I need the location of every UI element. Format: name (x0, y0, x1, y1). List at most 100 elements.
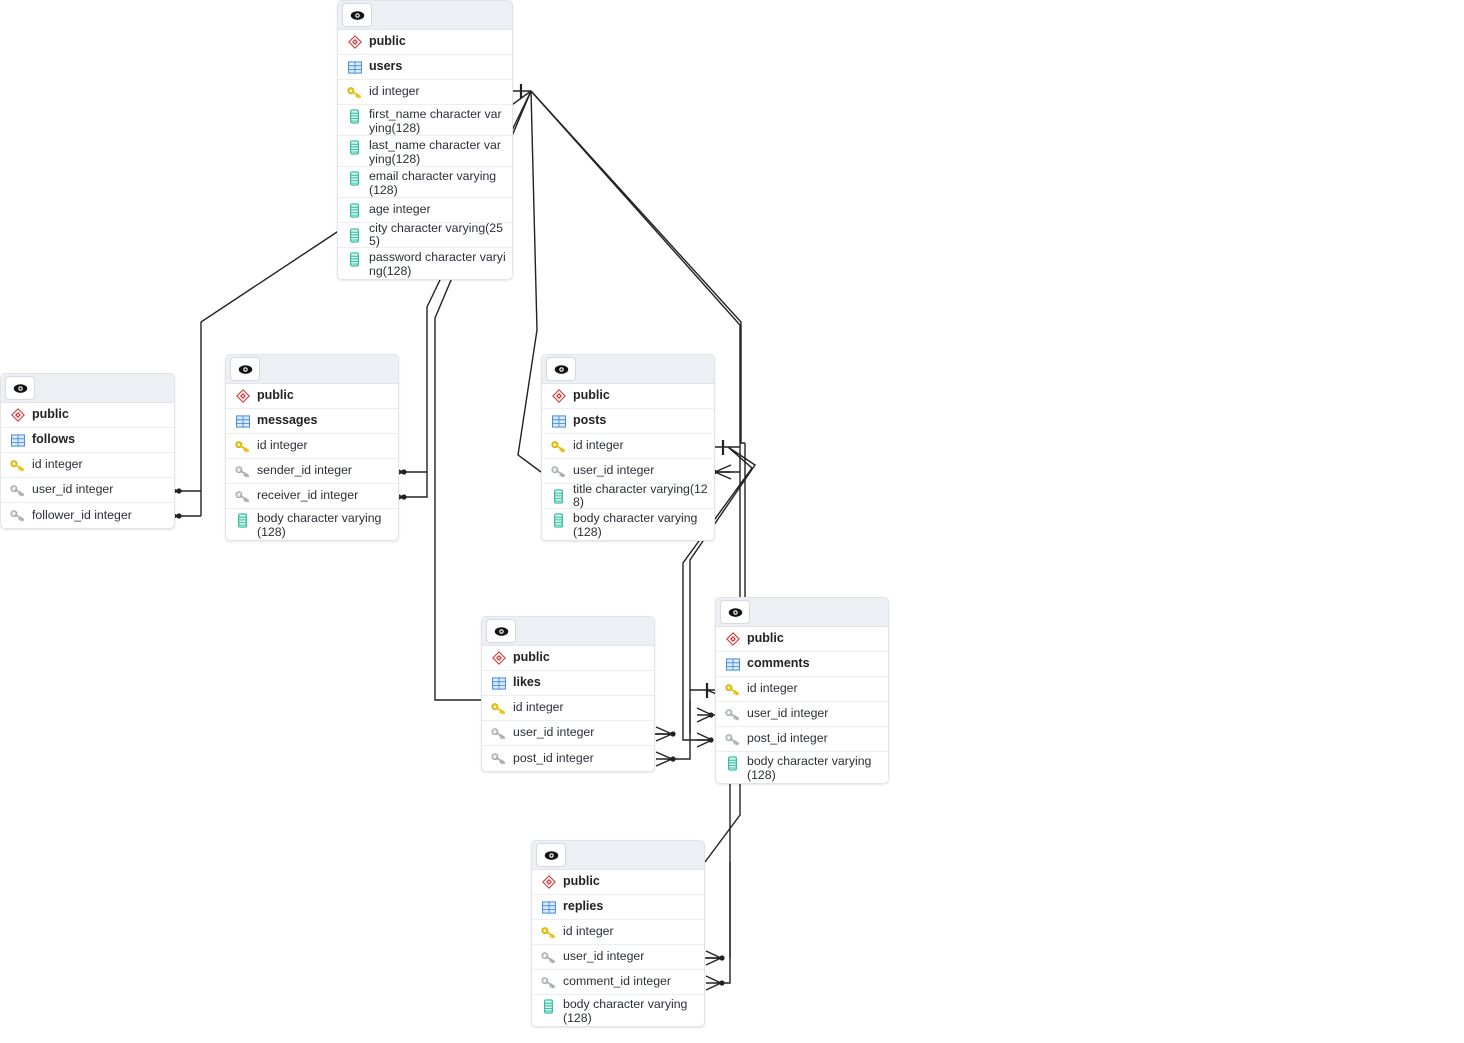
row-label: user_id integer (573, 463, 655, 478)
column-row-comments[interactable]: post_id integer (716, 727, 888, 752)
schema-diamond-icon (490, 651, 507, 665)
table-node-likes[interactable]: public likes id integer user_id integer post… (481, 616, 655, 772)
row-label: public (32, 407, 69, 422)
key-grey-icon (490, 727, 507, 740)
column-row-posts[interactable]: body character varying(128) (542, 509, 714, 540)
column-row-follows[interactable]: user_id integer (1, 478, 174, 503)
schema-diamond-icon (9, 408, 26, 422)
column-row-users[interactable]: email character varying(128) (338, 167, 512, 198)
column-teal-icon (234, 513, 251, 528)
table-grid-icon (490, 676, 507, 690)
column-row-messages[interactable]: sender_id integer (226, 459, 398, 484)
table-node-messages[interactable]: public messages id integer sender_id intege… (225, 354, 399, 541)
row-label: body character varying(128) (563, 997, 688, 1025)
erd-canvas[interactable]: public users id integer first_name characte… (0, 0, 1464, 1043)
column-row-messages[interactable]: id integer (226, 434, 398, 459)
table-name-row-likes: likes (482, 671, 654, 696)
eye-icon[interactable] (536, 843, 566, 867)
table-node-posts[interactable]: public posts id integer user_id integer titl… (541, 354, 715, 541)
eye-icon[interactable] (342, 3, 372, 27)
eye-icon[interactable] (486, 619, 516, 643)
key-yellow-icon (490, 702, 507, 715)
schema-row-likes: public (482, 646, 654, 671)
table-name-row-posts: posts (542, 409, 714, 434)
row-label: id integer (513, 700, 564, 715)
table-header-posts (542, 355, 714, 384)
row-label: post_id integer (513, 750, 594, 765)
eye-icon[interactable] (720, 600, 750, 624)
column-row-comments[interactable]: user_id integer (716, 702, 888, 727)
column-row-users[interactable]: city character varying(255) (338, 220, 512, 248)
table-node-comments[interactable]: public comments id integer user_id integer p… (715, 597, 889, 784)
column-row-replies[interactable]: comment_id integer (532, 970, 704, 995)
schema-row-follows: public (1, 403, 174, 428)
key-grey-icon (9, 484, 26, 497)
column-row-follows[interactable]: id integer (1, 453, 174, 478)
column-row-users[interactable]: password character varying(128) (338, 248, 512, 279)
key-grey-icon (540, 951, 557, 964)
row-label: post_id integer (747, 731, 828, 746)
eye-icon[interactable] (230, 357, 260, 381)
row-label: user_id integer (513, 725, 595, 740)
column-teal-icon (346, 140, 363, 155)
row-label: follows (32, 432, 76, 447)
key-grey-icon (540, 976, 557, 989)
column-row-users[interactable]: first_name character varying(128) (338, 105, 512, 136)
column-row-likes[interactable]: post_id integer (482, 746, 654, 771)
row-label: public (369, 34, 406, 49)
row-label: likes (513, 675, 541, 690)
schema-diamond-icon (724, 632, 741, 646)
schema-row-comments: public (716, 627, 888, 652)
column-row-replies[interactable]: body character varying(128) (532, 995, 704, 1026)
table-node-replies[interactable]: public replies id integer user_id integer co… (531, 840, 705, 1027)
row-label: users (369, 59, 403, 74)
column-row-likes[interactable]: id integer (482, 696, 654, 721)
column-row-posts[interactable]: id integer (542, 434, 714, 459)
key-grey-icon (724, 733, 741, 746)
table-node-users[interactable]: public users id integer first_name characte… (337, 0, 513, 280)
column-row-replies[interactable]: id integer (532, 920, 704, 945)
row-label: id integer (747, 681, 798, 696)
column-row-messages[interactable]: receiver_id integer (226, 484, 398, 509)
table-header-replies (532, 841, 704, 870)
column-row-follows[interactable]: follower_id integer (1, 503, 174, 528)
eye-icon[interactable] (5, 376, 35, 400)
row-label: public (573, 388, 610, 403)
table-header-messages (226, 355, 398, 384)
column-row-posts[interactable]: user_id integer (542, 459, 714, 484)
column-row-messages[interactable]: body character varying(128) (226, 509, 398, 540)
row-label: body character varying(128) (747, 754, 872, 782)
table-grid-icon (234, 414, 251, 428)
key-grey-icon (490, 752, 507, 765)
table-node-follows[interactable]: public follows id integer user_id integer fo… (0, 373, 175, 529)
column-teal-icon (540, 999, 557, 1014)
row-label: city character varying(255) (369, 220, 503, 248)
key-grey-icon (234, 465, 251, 478)
column-row-likes[interactable]: user_id integer (482, 721, 654, 746)
schema-row-messages: public (226, 384, 398, 409)
table-name-row-comments: comments (716, 652, 888, 677)
row-label: replies (563, 899, 604, 914)
row-label: user_id integer (32, 482, 114, 497)
schema-diamond-icon (234, 389, 251, 403)
column-teal-icon (550, 488, 567, 504)
table-grid-icon (550, 414, 567, 428)
column-row-comments[interactable]: id integer (716, 677, 888, 702)
column-row-users[interactable]: id integer (338, 80, 512, 105)
row-label: title character varying(128) (573, 481, 708, 509)
column-row-replies[interactable]: user_id integer (532, 945, 704, 970)
row-label: first_name character varying(128) (369, 107, 502, 135)
key-yellow-icon (724, 683, 741, 696)
table-grid-icon (346, 60, 363, 74)
column-row-comments[interactable]: body character varying(128) (716, 752, 888, 783)
row-label: user_id integer (563, 949, 645, 964)
eye-icon[interactable] (546, 357, 576, 381)
column-row-users[interactable]: last_name character varying(128) (338, 136, 512, 167)
row-label: email character varying(128) (369, 169, 497, 197)
column-row-users[interactable]: age integer (338, 198, 512, 223)
row-label: receiver_id integer (257, 488, 359, 503)
schema-diamond-icon (540, 875, 557, 889)
column-row-posts[interactable]: title character varying(128) (542, 481, 714, 509)
key-grey-icon (550, 465, 567, 478)
row-label: last_name character varying(128) (369, 138, 501, 166)
